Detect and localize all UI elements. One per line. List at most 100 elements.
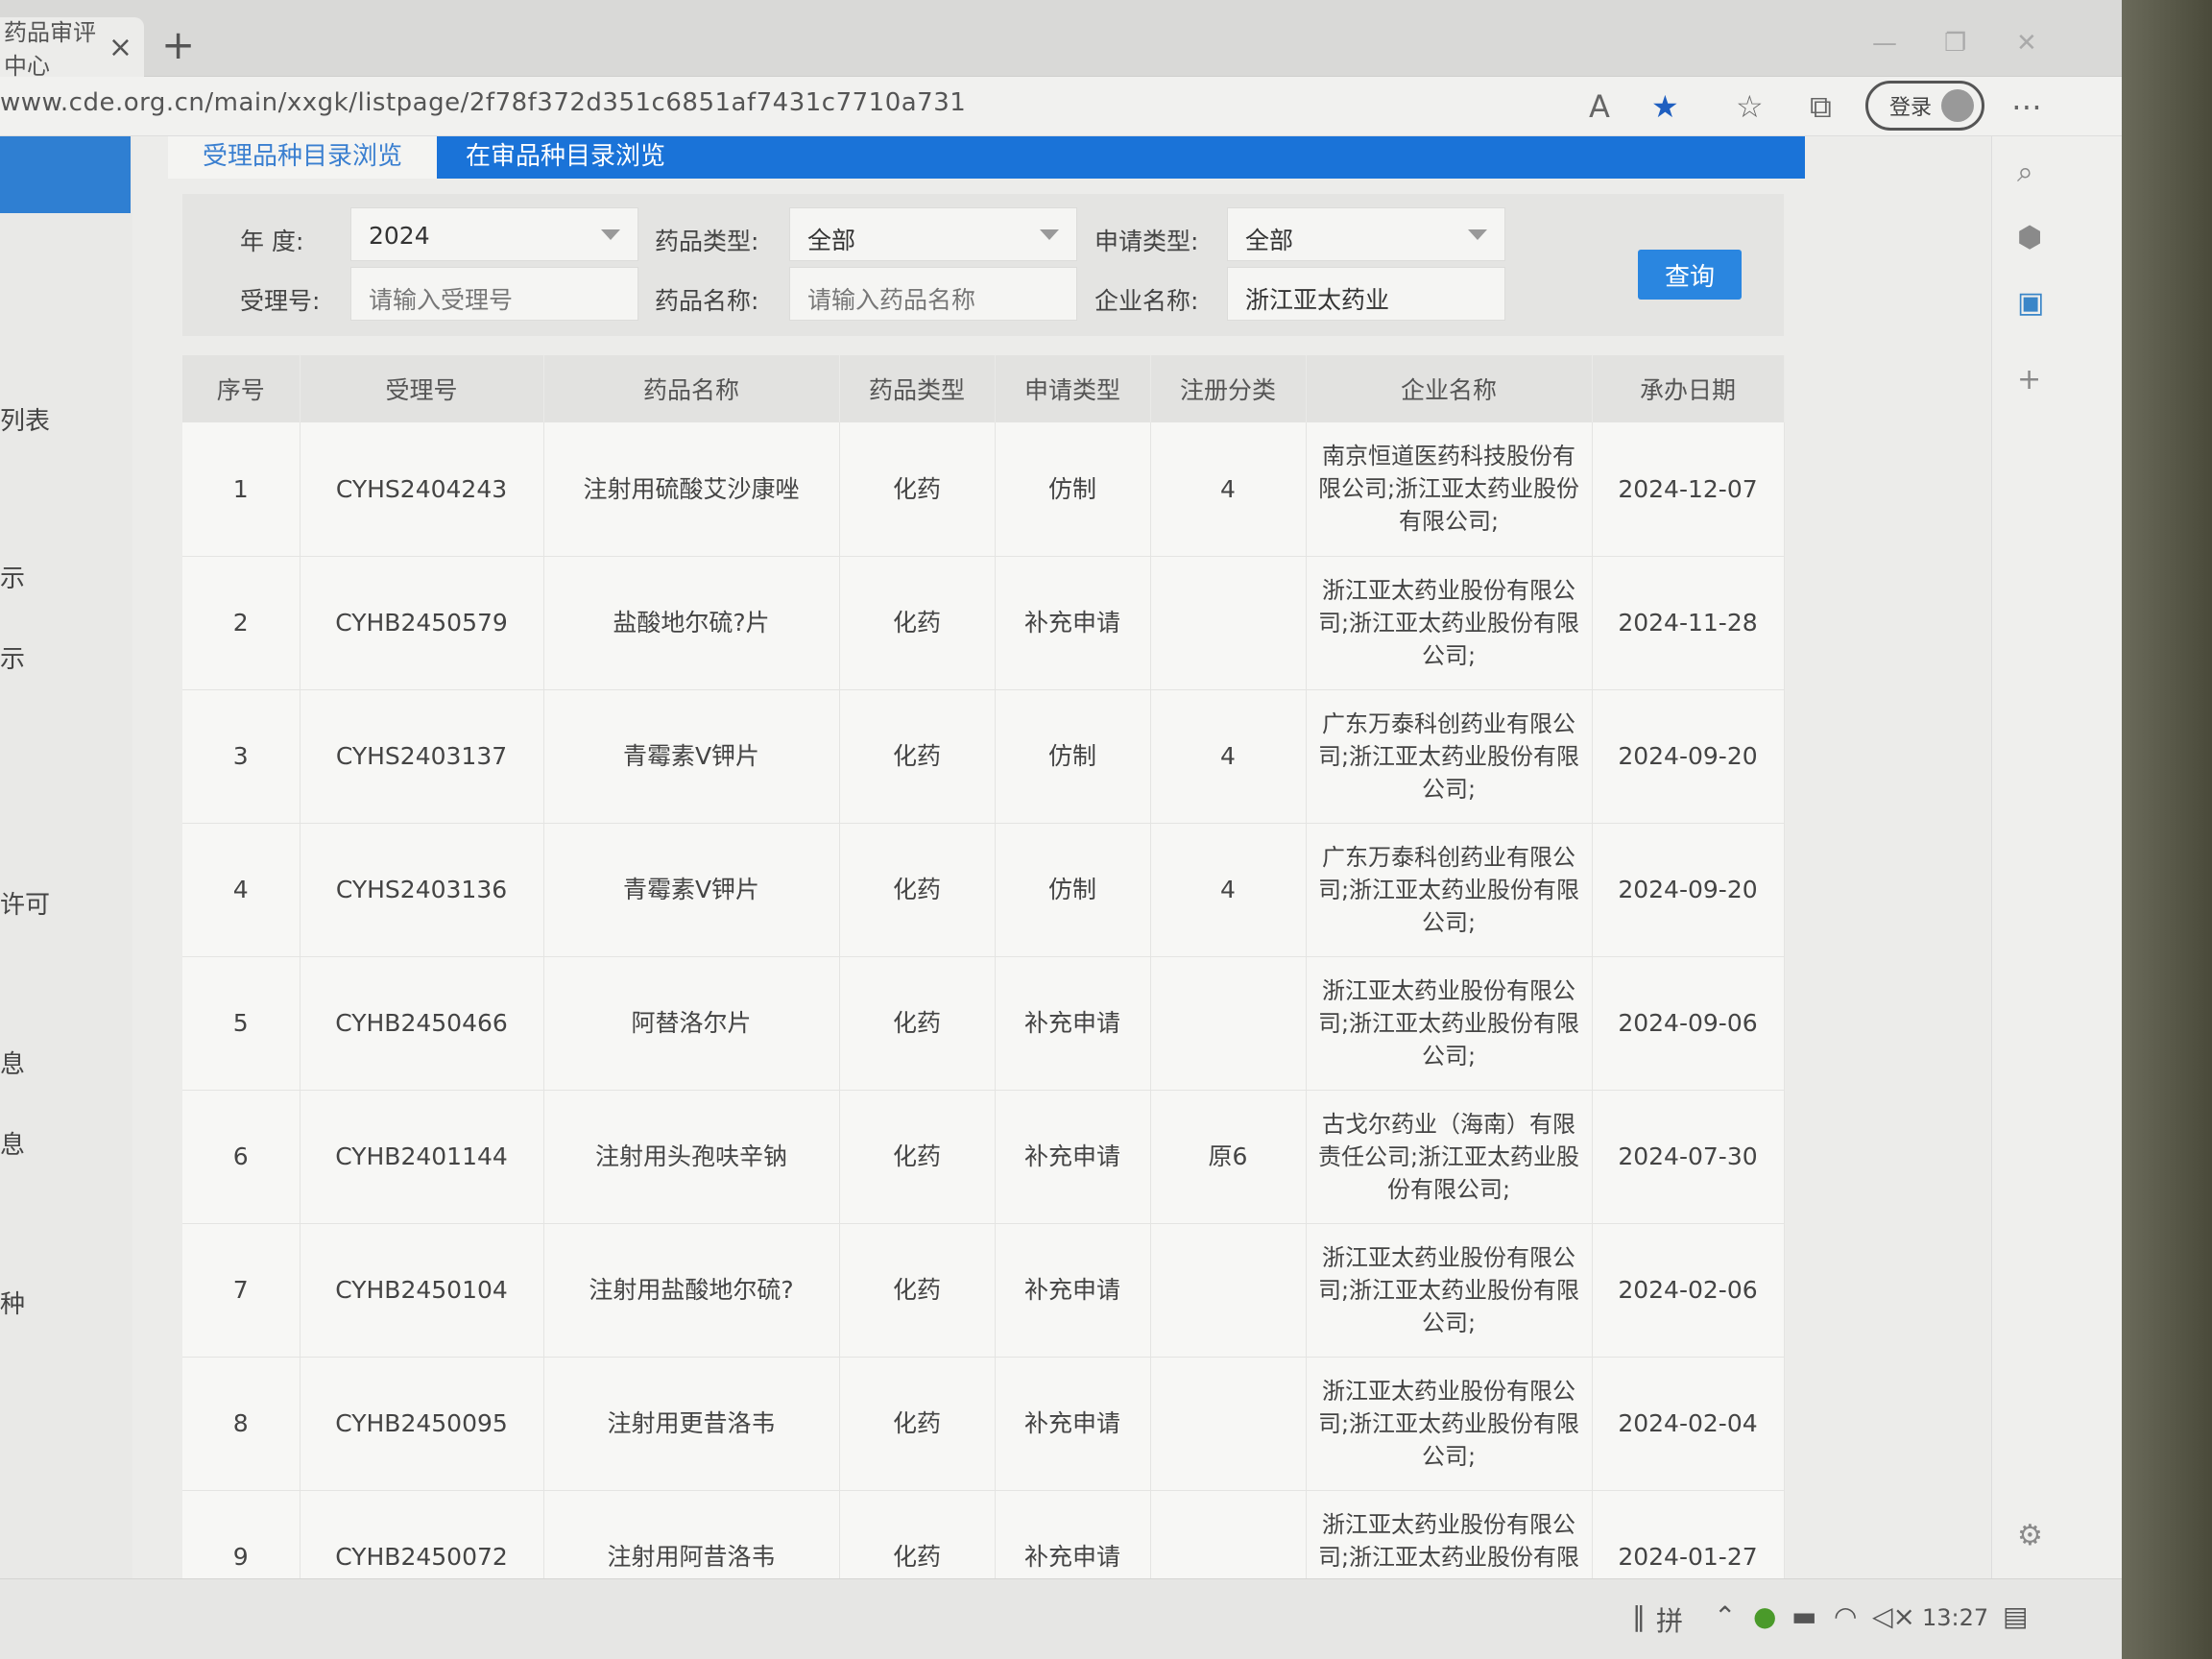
ime-indicator[interactable]: 拼 <box>1656 1600 1683 1639</box>
drug-name-label: 药品名称: <box>655 287 759 315</box>
cell-drug-name: 注射用盐酸地尔硫? <box>543 1223 840 1358</box>
col-header-company: 企业名称 <box>1306 355 1593 422</box>
outlook-icon[interactable]: ▣ <box>2017 286 2044 320</box>
cell-drug-type: 化药 <box>839 823 996 957</box>
table-row[interactable]: 2 CYHB2450579 盐酸地尔硫?片 化药 补充申请 浙江亚太药业股份有限公司;浙江… <box>182 556 1785 690</box>
nav-item[interactable]: 示 <box>0 559 25 594</box>
cell-date: 2024-07-30 <box>1592 1090 1785 1224</box>
main-content: 受理品种目录浏览 在审品种目录浏览 年 度: 2024 药品类型: 全部 申请类… <box>132 136 1991 1624</box>
apply-type-select[interactable]: 全部 <box>1227 207 1505 261</box>
accept-no-placeholder: 请输入受理号 <box>369 286 514 314</box>
cell-no: 4 <box>182 823 301 957</box>
col-header-reg-class: 注册分类 <box>1150 355 1307 422</box>
cell-apply-type: 仿制 <box>995 689 1151 824</box>
cell-drug-type: 化药 <box>839 689 996 824</box>
nav-item[interactable]: 示 <box>0 639 25 675</box>
close-icon[interactable]: × <box>108 31 132 64</box>
table-row[interactable]: 8 CYHB2450095 注射用更昔洛韦 化药 补充申请 浙江亚太药业股份有限公司;浙江… <box>182 1357 1785 1491</box>
table-row[interactable]: 7 CYHB2450104 注射用盐酸地尔硫? 化药 补充申请 浙江亚太药业股份有限公司;… <box>182 1223 1785 1358</box>
cell-reg-class <box>1150 556 1307 690</box>
new-tab-icon[interactable]: + <box>161 21 195 68</box>
nav-item[interactable]: 息 <box>0 1125 25 1161</box>
year-select[interactable]: 2024 <box>350 207 638 261</box>
table-header-row: 序号 受理号 药品名称 药品类型 申请类型 注册分类 企业名称 承办日期 <box>182 355 1785 422</box>
add-icon[interactable]: + <box>2017 363 2041 397</box>
apply-type-label: 申请类型: <box>1094 228 1199 255</box>
cell-date: 2024-09-06 <box>1592 956 1785 1091</box>
read-aloud-icon[interactable]: A <box>1589 88 1610 125</box>
chevron-up-icon[interactable]: ⌃ <box>1714 1600 1736 1632</box>
chevron-down-icon <box>1040 229 1059 240</box>
more-menu-icon[interactable]: ⋯ <box>2011 88 2042 125</box>
cell-drug-name: 青霉素V钾片 <box>543 689 840 824</box>
nav-item[interactable]: 列表 <box>0 401 50 437</box>
window-close-icon[interactable]: ✕ <box>2016 29 2037 58</box>
address-bar: www.cde.org.cn/main/xxgk/listpage/2f78f3… <box>0 77 2122 136</box>
cell-apply-type: 仿制 <box>995 823 1151 957</box>
cell-no: 6 <box>182 1090 301 1224</box>
notification-icon[interactable]: ▤ <box>2003 1600 2028 1632</box>
cell-date: 2024-02-06 <box>1592 1223 1785 1358</box>
col-header-apply-type: 申请类型 <box>995 355 1151 422</box>
nav-item[interactable]: 息 <box>0 1045 25 1080</box>
search-icon[interactable]: ⌕ <box>2017 156 2033 189</box>
cell-accept-no: CYHB2401144 <box>300 1090 544 1224</box>
drug-name-input[interactable]: 请输入药品名称 <box>789 267 1077 321</box>
col-header-accept-no: 受理号 <box>300 355 544 422</box>
nav-item[interactable]: 许可 <box>0 885 50 921</box>
tab-accepted-catalog[interactable]: 受理品种目录浏览 <box>168 136 437 179</box>
drug-type-select[interactable]: 全部 <box>789 207 1077 261</box>
year-value: 2024 <box>369 222 430 250</box>
company-input[interactable]: 浙江亚太药业 <box>1227 267 1505 321</box>
clock[interactable]: 13:27 <box>1922 1604 1988 1631</box>
volume-mute-icon[interactable]: ◁× <box>1872 1600 1915 1632</box>
minimize-icon[interactable]: — <box>1872 29 1897 58</box>
cell-drug-type: 化药 <box>839 956 996 1091</box>
table-row[interactable]: 6 CYHB2401144 注射用头孢呋辛钠 化药 补充申请 原6 古戈尔药业（海南）有限责… <box>182 1090 1785 1224</box>
favorites-list-icon[interactable]: ☆ <box>1736 88 1764 125</box>
accept-no-input[interactable]: 请输入受理号 <box>350 267 638 321</box>
cell-reg-class: 原6 <box>1150 1090 1307 1224</box>
cell-drug-name: 注射用头孢呋辛钠 <box>543 1090 840 1224</box>
tab-review-catalog[interactable]: 在审品种目录浏览 <box>466 136 665 179</box>
cell-accept-no: CYHS2403136 <box>300 823 544 957</box>
chevron-down-icon <box>1468 229 1487 240</box>
table-row[interactable]: 4 CYHS2403136 青霉素V钾片 化药 仿制 4 广东万泰科创药业有限公司;浙江亚太… <box>182 823 1785 957</box>
extension-icon[interactable]: ⬢ <box>2017 221 2042 254</box>
col-header-date: 承办日期 <box>1592 355 1785 422</box>
gear-icon[interactable]: ⚙ <box>2017 1519 2043 1552</box>
restore-icon[interactable]: ❐ <box>1944 29 1966 58</box>
query-button[interactable]: 查询 <box>1638 250 1742 300</box>
cell-no: 1 <box>182 422 301 557</box>
cell-no: 8 <box>182 1357 301 1491</box>
cell-apply-type: 补充申请 <box>995 1223 1151 1358</box>
login-button[interactable]: 登录 <box>1865 81 1984 131</box>
filter-panel: 年 度: 2024 药品类型: 全部 申请类型: 全部 受理号: 请输入受理号 … <box>182 194 1784 336</box>
cell-reg-class <box>1150 1357 1307 1491</box>
nav-item[interactable]: 种 <box>0 1285 25 1320</box>
battery-icon[interactable]: ▬ <box>1791 1600 1816 1632</box>
browser-sidebar: ⌕ ⬢ ▣ + ⚙ <box>1991 136 2122 1578</box>
chevron-down-icon <box>601 229 620 240</box>
cell-accept-no: CYHB2450579 <box>300 556 544 690</box>
cell-drug-type: 化药 <box>839 1090 996 1224</box>
cell-drug-name: 青霉素V钾片 <box>543 823 840 957</box>
col-header-drug-type: 药品类型 <box>839 355 996 422</box>
table-row[interactable]: 5 CYHB2450466 阿替洛尔片 化药 补充申请 浙江亚太药业股份有限公司;浙江亚太… <box>182 956 1785 1091</box>
browser-tab[interactable]: 药品审评中心 × <box>0 17 144 80</box>
table-row[interactable]: 3 CYHS2403137 青霉素V钾片 化药 仿制 4 广东万泰科创药业有限公司;浙江亚太… <box>182 689 1785 824</box>
app-tray-icon[interactable]: ● <box>1753 1600 1776 1632</box>
wifi-icon[interactable]: ◠ <box>1834 1600 1857 1632</box>
cell-company: 浙江亚太药业股份有限公司;浙江亚太药业股份有限公司; <box>1306 956 1593 1091</box>
cell-reg-class <box>1150 1223 1307 1358</box>
avatar-icon <box>1941 89 1974 122</box>
favorite-star-icon[interactable]: ★ <box>1651 88 1679 125</box>
cell-reg-class <box>1150 956 1307 1091</box>
url-field[interactable]: www.cde.org.cn/main/xxgk/listpage/2f78f3… <box>0 88 966 117</box>
collections-icon[interactable]: ⧉ <box>1810 88 1832 126</box>
cell-accept-no: CYHS2404243 <box>300 422 544 557</box>
left-nav-header <box>0 136 131 213</box>
drug-type-label: 药品类型: <box>655 228 759 255</box>
table-row[interactable]: 1 CYHS2404243 注射用硫酸艾沙康唑 化药 仿制 4 南京恒道医药科技股份有限公司… <box>182 422 1785 557</box>
taskbar: ‖ 拼 ⌃ ● ▬ ◠ ◁× 13:27 ▤ <box>0 1578 2122 1659</box>
